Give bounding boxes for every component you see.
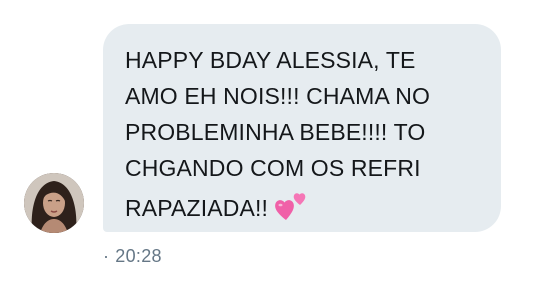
avatar-photo <box>24 173 84 233</box>
avatar[interactable] <box>24 173 84 233</box>
message-text-line: AMO EH NOIS!!! CHAMA NO <box>125 83 431 109</box>
message-text-line: PROBLEMINHA BEBE!!!! TO <box>125 119 426 145</box>
message-text-line: HAPPY BDAY ALESSIA, TE <box>125 47 416 73</box>
timestamp-text: 20:28 <box>115 246 162 266</box>
timestamp-separator: · <box>103 246 110 266</box>
message-text-line: RAPAZIADA!! <box>125 195 269 221</box>
message-text-line-last: RAPAZIADA!! <box>125 190 485 226</box>
message-timestamp: · 20:28 <box>103 246 162 267</box>
message-bubble[interactable]: HAPPY BDAY ALESSIA, TE AMO EH NOIS!!! CH… <box>103 24 501 232</box>
two-hearts-icon <box>274 190 308 222</box>
message-text-line: CHGANDO COM OS REFRI <box>125 155 421 181</box>
message-thread: HAPPY BDAY ALESSIA, TE AMO EH NOIS!!! CH… <box>0 0 539 289</box>
